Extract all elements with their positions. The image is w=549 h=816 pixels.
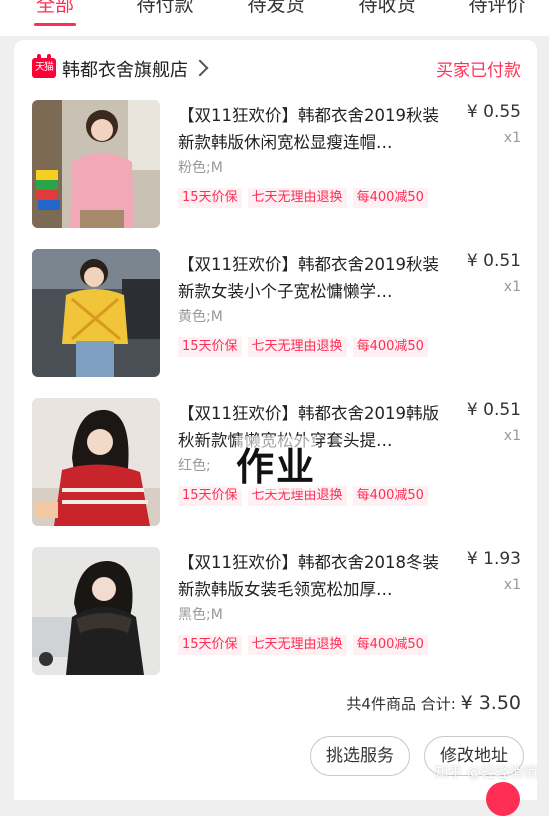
product-image[interactable] [32,100,160,228]
tab-pending-receipt[interactable]: 待收货 [358,0,415,17]
product-spec: 黄色;M [178,309,223,325]
summary-count: 共4件商品 合计: [346,695,456,713]
tag-price-protect: 15天价保 [178,188,242,208]
tag-free-return: 七天无理由退换 [247,188,347,208]
summary-total: ¥ 3.50 [460,692,521,714]
order-card: 天猫 韩都衣舍旗舰店 买家已付款 【双11狂欢价】韩都衣舍2019秋装新款韩版休… [14,40,537,800]
tab-pending-review[interactable]: 待评价 [468,0,525,17]
order-item[interactable]: 【双11狂欢价】韩都衣舍2019秋装新款女装小个子宽松慵懒学… 黄色;M 15天… [14,249,537,381]
item-quantity: x1 [503,130,521,146]
product-spec: 黑色;M [178,607,223,623]
tag-price-protect: 15天价保 [178,635,242,655]
item-price: ¥ 0.55 [466,102,521,122]
tmall-badge-icon: 天猫 [32,54,56,78]
product-title[interactable]: 【双11狂欢价】韩都衣舍2018冬装新款韩版女装毛领宽松加厚… [178,549,446,603]
product-spec: 红色; [178,458,211,474]
order-summary: 共4件商品 合计: ¥ 3.50 [346,692,521,714]
tag-free-return: 七天无理由退换 [247,635,347,655]
service-tags: 15天价保 七天无理由退换 每400减50 [178,633,434,655]
order-tab-bar: 全部 待付款 待发货 待收货 待评价 [0,0,549,36]
item-quantity: x1 [503,279,521,295]
tag-discount: 每400减50 [352,486,428,506]
item-price: ¥ 0.51 [466,400,521,420]
product-spec: 粉色;M [178,160,223,176]
tag-discount: 每400减50 [352,337,428,357]
floating-action-icon[interactable] [486,782,520,816]
tag-free-return: 七天无理由退换 [247,337,347,357]
order-item[interactable]: 【双11狂欢价】韩都衣舍2019秋装新款韩版休闲宽松显瘦连帽… 粉色;M 15天… [14,100,537,232]
item-price: ¥ 0.51 [466,251,521,271]
item-quantity: x1 [503,577,521,593]
overlay-watermark: 作业 [236,436,317,491]
product-title[interactable]: 【双11狂欢价】韩都衣舍2019秋装新款女装小个子宽松慵懒学… [178,251,446,305]
tab-pending-payment[interactable]: 待付款 [136,0,193,17]
tag-price-protect: 15天价保 [178,486,242,506]
service-tags: 15天价保 七天无理由退换 每400减50 [178,335,434,357]
shop-header[interactable]: 天猫 韩都衣舍旗舰店 买家已付款 [14,54,537,82]
order-status: 买家已付款 [436,61,521,81]
chevron-right-icon[interactable] [191,59,209,77]
credit-watermark: 知乎 @轻轻悄悄 [434,765,537,781]
product-title[interactable]: 【双11狂欢价】韩都衣舍2019秋装新款韩版休闲宽松显瘦连帽… [178,102,446,156]
active-tab-indicator [34,23,76,26]
product-image[interactable] [32,547,160,675]
shop-name[interactable]: 韩都衣舍旗舰店 [62,56,188,82]
product-image[interactable] [32,398,160,526]
select-service-button[interactable]: 挑选服务 [310,736,410,776]
tag-discount: 每400减50 [352,635,428,655]
item-price: ¥ 1.93 [466,549,521,569]
order-item[interactable]: 【双11狂欢价】韩都衣舍2018冬装新款韩版女装毛领宽松加厚… 黑色;M 15天… [14,547,537,679]
tab-all[interactable]: 全部 [36,0,74,17]
tag-price-protect: 15天价保 [178,337,242,357]
tab-pending-shipment[interactable]: 待发货 [247,0,304,17]
tag-discount: 每400减50 [352,188,428,208]
service-tags: 15天价保 七天无理由退换 每400减50 [178,186,434,208]
product-image[interactable] [32,249,160,377]
item-quantity: x1 [503,428,521,444]
